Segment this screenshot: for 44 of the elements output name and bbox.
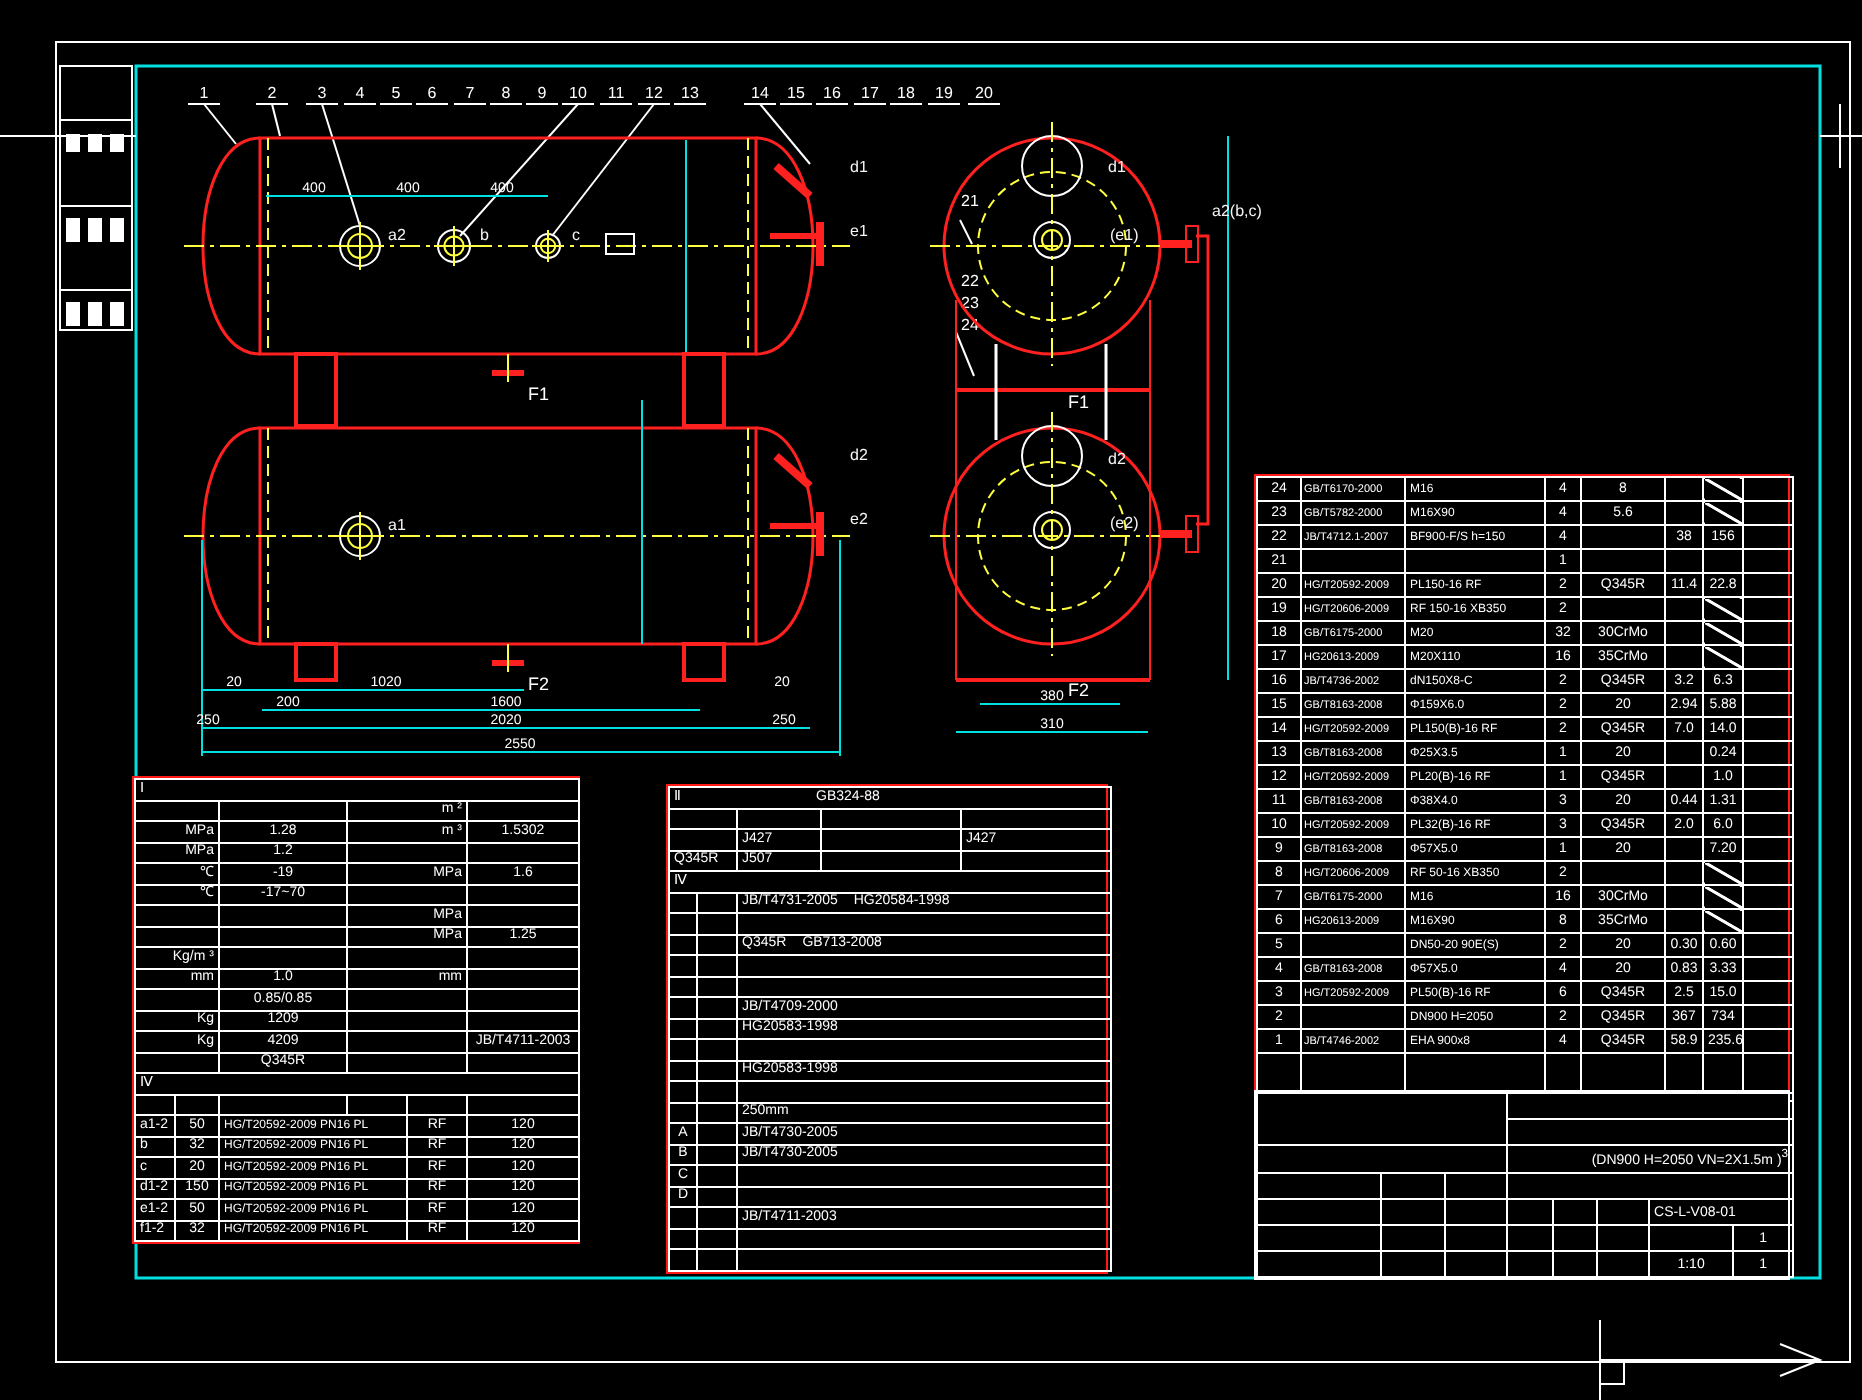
support-label: F2	[1068, 680, 1090, 700]
balloon-number: 18	[897, 84, 915, 102]
balloon-number: 9	[537, 84, 547, 102]
nozzle-flange-drawing	[335, 511, 385, 561]
nozzle-flange-drawing	[531, 229, 565, 263]
balloon-number: 21	[961, 192, 979, 210]
leader-line	[959, 219, 973, 245]
balloon-number: 16	[823, 84, 841, 102]
balloon-number: 11	[607, 84, 625, 102]
balloon-number: 5	[391, 84, 401, 102]
balloon-number: 19	[935, 84, 953, 102]
nozzle-label: e2	[850, 510, 868, 528]
nozzle-flange-drawing	[335, 221, 385, 271]
balloon-number: 17	[861, 84, 879, 102]
balloon-number: 15	[787, 84, 805, 102]
balloon-number: 7	[465, 84, 475, 102]
nozzle-flange-drawing	[433, 225, 475, 267]
balloon-number: 3	[317, 84, 327, 102]
nozzle-label: d1	[1108, 158, 1126, 176]
nozzle-label: e1	[850, 222, 868, 240]
balloon-number: 10	[569, 84, 587, 102]
nozzle-label: d2	[1108, 450, 1126, 468]
balloon-number: 14	[751, 84, 769, 102]
leader-line	[955, 331, 975, 377]
balloon-number: 4	[355, 84, 365, 102]
nozzle-label: a1	[388, 516, 406, 534]
nozzle-label: b	[480, 226, 489, 244]
balloon-number: 13	[681, 84, 699, 102]
nozzle-label: d1	[850, 158, 868, 176]
balloon-number: 6	[427, 84, 437, 102]
balloon-number: 12	[645, 84, 663, 102]
support-label: F2	[528, 674, 550, 694]
balloon-number: 1	[199, 84, 209, 102]
nozzle-label: d2	[850, 446, 868, 464]
balloon-number: 2	[267, 84, 277, 102]
support-label: F1	[1068, 392, 1090, 412]
balloon-number: 22	[961, 272, 979, 290]
balloon-number: 8	[501, 84, 511, 102]
nameplate-icon	[605, 233, 635, 255]
nozzle-label: c	[572, 226, 580, 244]
support-label: F1	[528, 384, 550, 404]
balloon-number: 20	[975, 84, 993, 102]
nozzle-label: (e2)	[1110, 514, 1139, 532]
nozzle-label: a2	[388, 226, 406, 244]
